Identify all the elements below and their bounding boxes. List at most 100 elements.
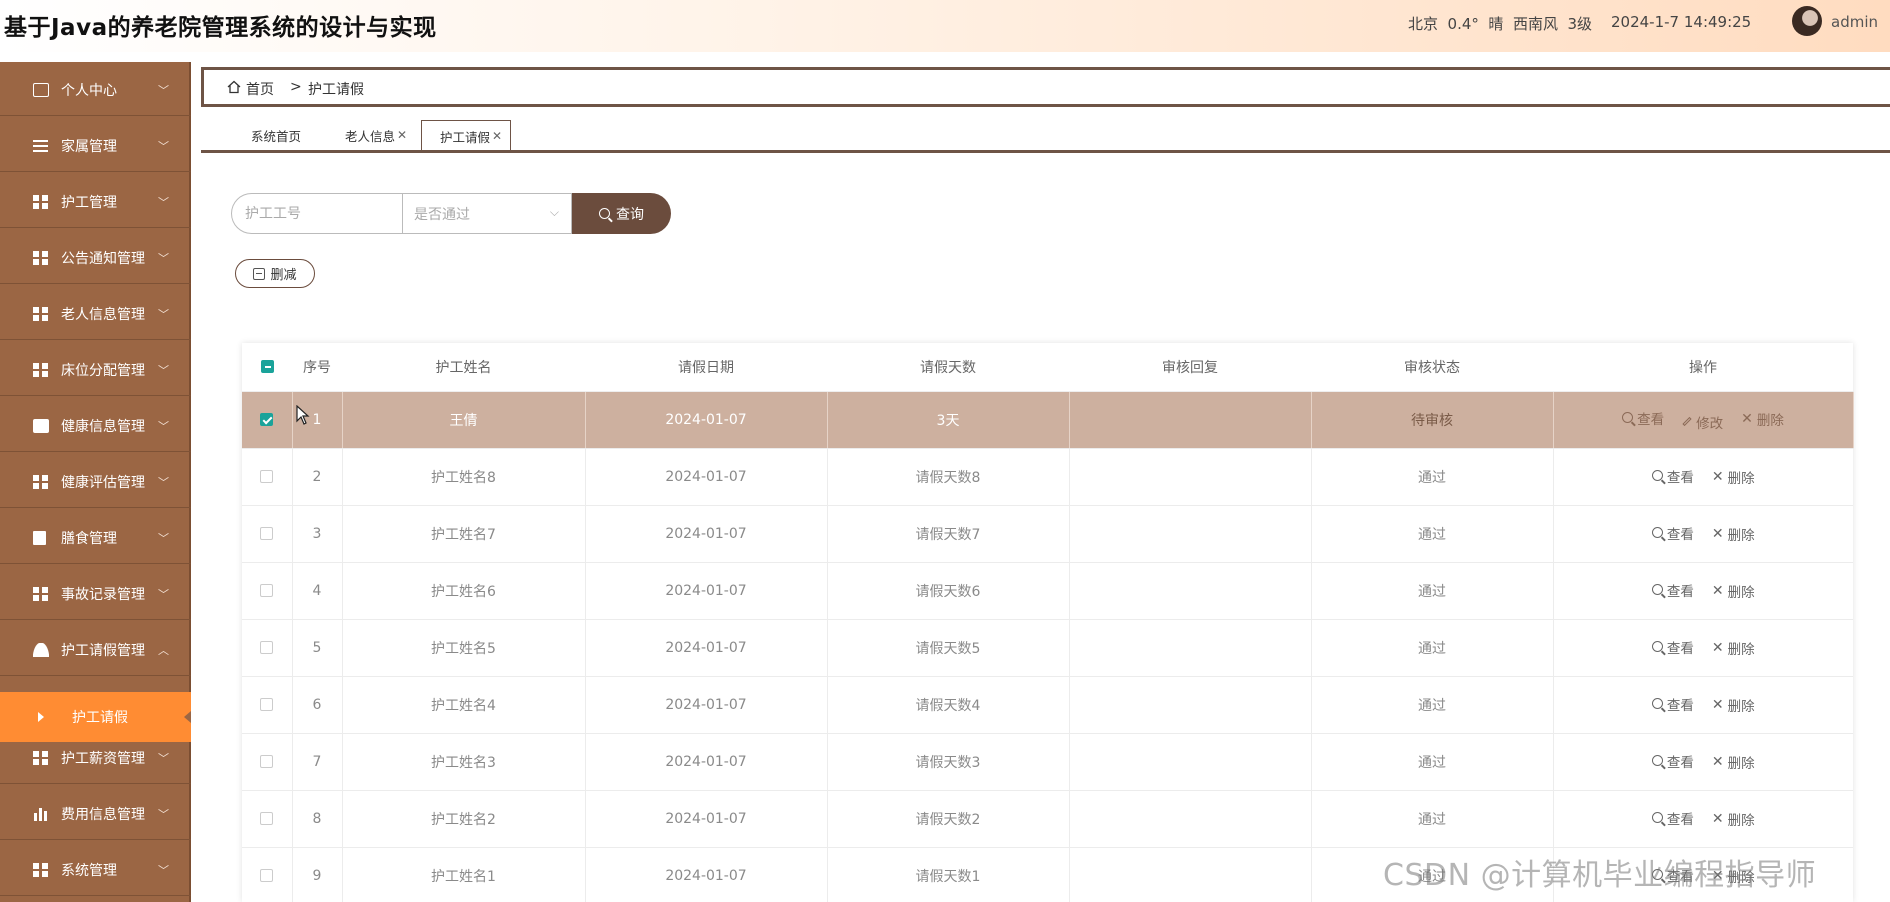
row-checkbox[interactable] — [260, 812, 274, 825]
breadcrumb-home[interactable]: 首页 — [246, 79, 274, 99]
table-row[interactable]: 3 护工姓名7 2024-01-07 请假天数7 通过 查看 ✕ 删除 — [242, 505, 1853, 563]
view-label: 查看 — [1666, 583, 1694, 600]
delete-row-button[interactable]: ✕ 删除 — [1712, 695, 1755, 715]
delete-row-button[interactable]: ✕ 删除 — [1712, 809, 1755, 829]
table-row[interactable]: 8 护工姓名2 2024-01-07 请假天数2 通过 查看 ✕ 删除 — [242, 790, 1853, 848]
delete-row-button[interactable]: ✕ 删除 — [1712, 467, 1755, 487]
row-checkbox[interactable] — [260, 698, 274, 711]
tab-close-icon[interactable]: ✕ — [492, 129, 502, 143]
column-header: 序号 — [292, 343, 342, 392]
delete-row-button[interactable]: ✕ 删除 — [1712, 524, 1755, 544]
row-select-cell[interactable] — [242, 790, 293, 848]
sidebar-subitem-nurse-leave[interactable]: 护工请假 — [0, 692, 191, 742]
cell-reply — [1069, 505, 1312, 563]
select-all-cell[interactable] — [242, 343, 292, 392]
sidebar-item[interactable]: 公告通知管理 ﹀ — [0, 232, 191, 284]
edit-button[interactable]: 修改 — [1682, 412, 1723, 432]
view-button[interactable]: 查看 — [1651, 694, 1694, 714]
table-row[interactable]: 4 护工姓名6 2024-01-07 请假天数6 通过 查看 ✕ 删除 — [242, 562, 1853, 620]
row-select-cell[interactable] — [242, 562, 293, 620]
cell-reply — [1069, 790, 1312, 848]
column-header: 请假天数 — [827, 343, 1069, 392]
row-select-cell[interactable] — [242, 448, 293, 506]
tab-elder-info[interactable]: 老人信息 ✕ — [345, 120, 407, 150]
tab-close-icon[interactable]: ✕ — [397, 128, 407, 142]
row-select-cell[interactable] — [242, 505, 293, 563]
row-select-cell[interactable] — [242, 676, 293, 734]
query-button[interactable]: 查询 — [572, 193, 671, 234]
view-button[interactable]: 查看 — [1651, 751, 1694, 771]
select-all-checkbox[interactable] — [260, 360, 274, 374]
sidebar-item-label: 事故记录管理 — [61, 586, 145, 603]
close-icon: ✕ — [1711, 697, 1724, 714]
sidebar-item[interactable]: 床位分配管理 ﹀ — [0, 344, 191, 396]
cell-no: 6 — [292, 676, 343, 734]
tab-home[interactable]: 系统首页 — [251, 120, 301, 150]
table-row[interactable]: 7 护工姓名3 2024-01-07 请假天数3 通过 查看 ✕ 删除 — [242, 733, 1853, 791]
sidebar-item[interactable]: 事故记录管理 ﹀ — [0, 568, 191, 620]
sidebar-item[interactable]: 老人信息管理 ﹀ — [0, 288, 191, 340]
delete-button[interactable]: 删减 — [235, 259, 315, 288]
sidebar-item[interactable]: 膳食管理 ﹀ — [0, 512, 191, 564]
row-checkbox[interactable] — [260, 413, 274, 426]
table-row[interactable]: 1 王倩 2024-01-07 3天 待审核 查看 修改 ✕ 删除 — [242, 391, 1854, 449]
cell-days: 请假天数8 — [827, 448, 1070, 506]
cell-no: 8 — [292, 790, 343, 848]
cell-days: 请假天数5 — [827, 619, 1070, 677]
view-button[interactable]: 查看 — [1651, 637, 1694, 657]
delete-row-button[interactable]: ✕ 删除 — [1712, 638, 1755, 658]
view-button[interactable]: 查看 — [1651, 580, 1694, 600]
table-row[interactable]: 2 护工姓名8 2024-01-07 请假天数8 通过 查看 ✕ 删除 — [242, 448, 1853, 506]
sidebar-item[interactable]: 健康评估管理 ﹀ — [0, 456, 191, 508]
view-button[interactable]: 查看 — [1651, 466, 1694, 486]
view-button[interactable]: 查看 — [1651, 808, 1694, 828]
table-row[interactable]: 6 护工姓名4 2024-01-07 请假天数4 通过 查看 ✕ 删除 — [242, 676, 1853, 734]
sidebar-item[interactable]: 系统管理 ﹀ — [0, 844, 191, 896]
worker-no-input[interactable] — [231, 193, 402, 234]
search-icon — [1651, 584, 1663, 596]
row-checkbox[interactable] — [260, 869, 274, 882]
sidebar-item-label: 膳食管理 — [61, 530, 117, 547]
row-select-cell[interactable] — [242, 847, 293, 902]
sidebar-item-label: 护工管理 — [61, 194, 117, 211]
sidebar-item[interactable]: 家属管理 ﹀ — [0, 120, 191, 172]
delete-row-button[interactable]: ✕ 删除 — [1712, 581, 1755, 601]
row-checkbox[interactable] — [260, 470, 274, 483]
delete-row-button[interactable]: ✕ 删除 — [1741, 409, 1784, 429]
view-button[interactable]: 查看 — [1622, 408, 1664, 428]
cell-name: 护工姓名3 — [342, 733, 586, 791]
delete-row-button[interactable]: ✕ 删除 — [1712, 752, 1755, 772]
chevron-down-icon: ﹀ — [158, 587, 169, 601]
approved-select[interactable]: 是否通过 ⌵ — [402, 193, 572, 234]
username[interactable]: admin — [1831, 13, 1878, 31]
row-select-cell[interactable] — [242, 733, 293, 791]
grid-icon — [33, 362, 49, 377]
table-row[interactable]: 5 护工姓名5 2024-01-07 请假天数5 通过 查看 ✕ 删除 — [242, 619, 1853, 677]
sidebar-item[interactable]: 护工请假管理 ︿ — [0, 624, 191, 676]
row-checkbox[interactable] — [260, 641, 274, 654]
sidebar-item-label: 家属管理 — [61, 138, 117, 155]
cell-no: 9 — [292, 847, 343, 902]
sidebar-item[interactable]: 护工管理 ﹀ — [0, 176, 191, 228]
view-button[interactable]: 查看 — [1651, 523, 1694, 543]
row-select-cell[interactable] — [242, 391, 293, 449]
row-checkbox[interactable] — [260, 527, 274, 540]
avatar[interactable] — [1792, 6, 1822, 36]
column-header: 审核状态 — [1311, 343, 1553, 392]
row-checkbox[interactable] — [260, 755, 274, 768]
tab-label: 老人信息 — [345, 128, 396, 144]
cell-days: 请假天数6 — [827, 562, 1070, 620]
close-icon: ✕ — [1711, 754, 1724, 771]
row-checkbox[interactable] — [260, 584, 274, 597]
chevron-down-icon: ﹀ — [158, 751, 169, 765]
row-select-cell[interactable] — [242, 619, 293, 677]
leave-table: 序号 护工姓名 请假日期 请假天数 审核回复 审核状态 操作 1 王倩 2024-0… — [242, 343, 1854, 902]
cell-name: 王倩 — [342, 391, 586, 449]
sidebar-item[interactable]: 费用信息管理 ﹀ — [0, 788, 191, 840]
cell-actions: 查看 修改 ✕ 删除 — [1553, 391, 1854, 449]
sidebar-item[interactable]: 健康信息管理 ﹀ — [0, 400, 191, 452]
chevron-up-icon: ︿ — [158, 643, 169, 657]
sidebar-item[interactable]: 个人中心 ﹀ — [0, 64, 191, 116]
tab-nurse-leave[interactable]: 护工请假 ✕ — [421, 120, 512, 151]
grid-icon — [33, 250, 49, 265]
